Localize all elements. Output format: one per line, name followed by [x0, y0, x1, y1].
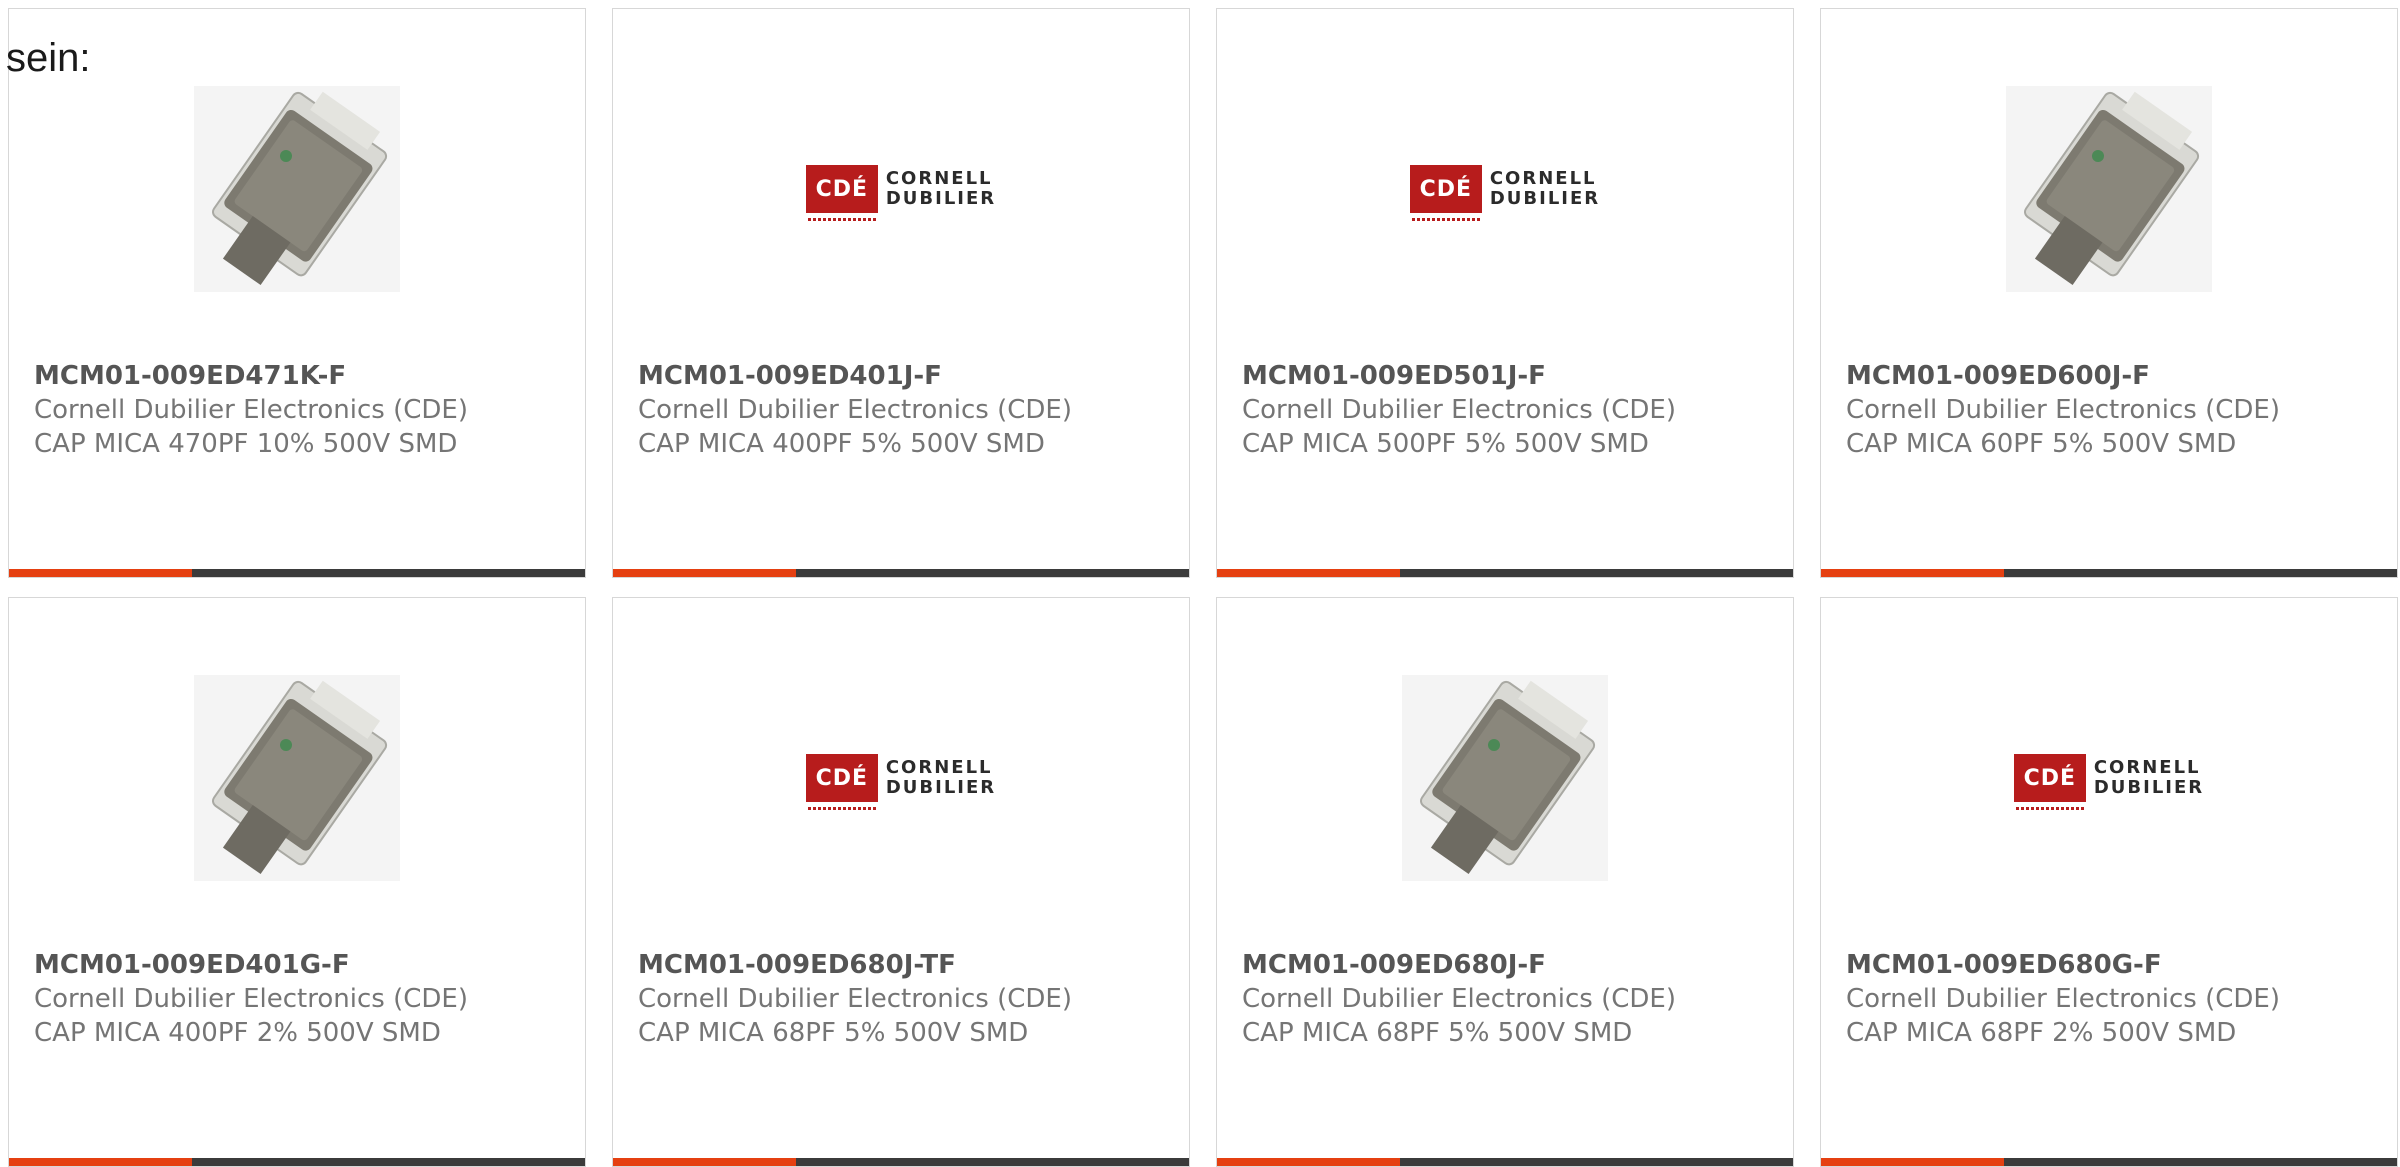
product-image[interactable] — [1402, 675, 1608, 881]
product-info: MCM01-009ED401G-F Cornell Dubilier Elect… — [34, 948, 575, 1050]
description: CAP MICA 500PF 5% 500V SMD — [1242, 429, 1649, 459]
card-bar — [1821, 1158, 2397, 1166]
product-image[interactable] — [2006, 86, 2212, 292]
product-info: MCM01-009ED680J-TF Cornell Dubilier Elec… — [638, 948, 1179, 1050]
card-bar — [1821, 569, 2397, 577]
product-image[interactable] — [194, 675, 400, 881]
cde-logo-icon: CDÉ CORNELL DUBILIER — [805, 165, 996, 221]
card-bar — [1217, 1158, 1793, 1166]
product-info: MCM01-009ED401J-F Cornell Dubilier Elect… — [638, 359, 1179, 461]
manufacturer: Cornell Dubilier Electronics (CDE) — [638, 984, 1072, 1014]
part-number[interactable]: MCM01-009ED680J-TF — [638, 948, 1179, 982]
product-image[interactable]: CDÉ CORNELL DUBILIER — [1402, 86, 1608, 292]
product-card[interactable]: CDÉ CORNELL DUBILIER MCM01-009ED680J-TF C… — [612, 597, 1190, 1167]
capacitor-photo-icon — [194, 86, 400, 292]
card-bar — [613, 569, 1189, 577]
description: CAP MICA 400PF 5% 500V SMD — [638, 429, 1045, 459]
card-bar-accent — [1217, 1158, 1400, 1166]
card-bar-accent — [1217, 569, 1400, 577]
manufacturer: Cornell Dubilier Electronics (CDE) — [1846, 984, 2280, 1014]
card-bar — [9, 1158, 585, 1166]
description: CAP MICA 470PF 10% 500V SMD — [34, 429, 458, 459]
part-number[interactable]: MCM01-009ED471K-F — [34, 359, 575, 393]
part-number[interactable]: MCM01-009ED680G-F — [1846, 948, 2387, 982]
cde-logo-icon: CDÉ CORNELL DUBILIER — [1409, 165, 1600, 221]
product-image[interactable]: CDÉ CORNELL DUBILIER — [798, 86, 1004, 292]
manufacturer: Cornell Dubilier Electronics (CDE) — [34, 984, 468, 1014]
product-card[interactable]: CDÉ CORNELL DUBILIER MCM01-009ED680G-F Co… — [1820, 597, 2398, 1167]
product-info: MCM01-009ED600J-F Cornell Dubilier Elect… — [1846, 359, 2387, 461]
card-bar — [9, 569, 585, 577]
product-image[interactable]: CDÉ CORNELL DUBILIER — [798, 675, 1004, 881]
card-bar-accent — [613, 1158, 796, 1166]
capacitor-photo-icon — [1402, 675, 1608, 881]
product-card[interactable]: MCM01-009ED600J-F Cornell Dubilier Elect… — [1820, 8, 2398, 578]
manufacturer: Cornell Dubilier Electronics (CDE) — [1242, 395, 1676, 425]
part-number[interactable]: MCM01-009ED401G-F — [34, 948, 575, 982]
capacitor-photo-icon — [194, 675, 400, 881]
part-number[interactable]: MCM01-009ED600J-F — [1846, 359, 2387, 393]
card-bar — [613, 1158, 1189, 1166]
card-bar-accent — [1821, 1158, 2004, 1166]
capacitor-photo-icon — [2006, 86, 2212, 292]
part-number[interactable]: MCM01-009ED680J-F — [1242, 948, 1783, 982]
product-info: MCM01-009ED680G-F Cornell Dubilier Elect… — [1846, 948, 2387, 1050]
description: CAP MICA 60PF 5% 500V SMD — [1846, 429, 2237, 459]
product-card[interactable]: CDÉ CORNELL DUBILIER MCM01-009ED501J-F Co… — [1216, 8, 1794, 578]
manufacturer: Cornell Dubilier Electronics (CDE) — [1242, 984, 1676, 1014]
manufacturer: Cornell Dubilier Electronics (CDE) — [638, 395, 1072, 425]
description: CAP MICA 68PF 5% 500V SMD — [1242, 1018, 1633, 1048]
description: CAP MICA 68PF 2% 500V SMD — [1846, 1018, 2237, 1048]
card-bar-accent — [9, 569, 192, 577]
description: CAP MICA 400PF 2% 500V SMD — [34, 1018, 441, 1048]
cde-logo-icon: CDÉ CORNELL DUBILIER — [805, 754, 996, 810]
part-number[interactable]: MCM01-009ED401J-F — [638, 359, 1179, 393]
intro-text: sein: — [6, 36, 91, 80]
manufacturer: Cornell Dubilier Electronics (CDE) — [1846, 395, 2280, 425]
manufacturer: Cornell Dubilier Electronics (CDE) — [34, 395, 468, 425]
product-info: MCM01-009ED680J-F Cornell Dubilier Elect… — [1242, 948, 1783, 1050]
card-bar-accent — [613, 569, 796, 577]
description: CAP MICA 68PF 5% 500V SMD — [638, 1018, 1029, 1048]
cde-logo-icon: CDÉ CORNELL DUBILIER — [2013, 754, 2204, 810]
product-image[interactable] — [194, 86, 400, 292]
product-card[interactable]: MCM01-009ED471K-F Cornell Dubilier Elect… — [8, 8, 586, 578]
product-card[interactable]: MCM01-009ED401G-F Cornell Dubilier Elect… — [8, 597, 586, 1167]
product-card[interactable]: MCM01-009ED680J-F Cornell Dubilier Elect… — [1216, 597, 1794, 1167]
part-number[interactable]: MCM01-009ED501J-F — [1242, 359, 1783, 393]
product-image[interactable]: CDÉ CORNELL DUBILIER — [2006, 675, 2212, 881]
product-grid: MCM01-009ED471K-F Cornell Dubilier Elect… — [0, 0, 2400, 1167]
card-bar-accent — [9, 1158, 192, 1166]
product-card[interactable]: CDÉ CORNELL DUBILIER MCM01-009ED401J-F Co… — [612, 8, 1190, 578]
card-bar — [1217, 569, 1793, 577]
product-info: MCM01-009ED501J-F Cornell Dubilier Elect… — [1242, 359, 1783, 461]
product-info: MCM01-009ED471K-F Cornell Dubilier Elect… — [34, 359, 575, 461]
card-bar-accent — [1821, 569, 2004, 577]
